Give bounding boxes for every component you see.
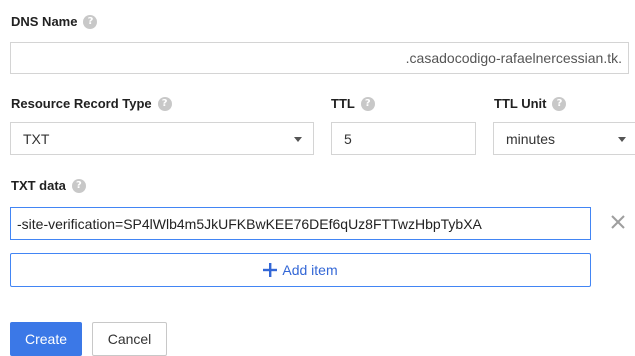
help-icon[interactable]: ? [157,96,172,111]
help-icon[interactable]: ? [552,96,567,111]
help-icon[interactable]: ? [83,14,98,29]
cancel-button[interactable]: Cancel [92,322,167,356]
close-icon[interactable] [609,213,627,231]
dns-name-input[interactable]: .casadocodigo-rafaelnercessian.tk. [10,42,629,74]
txt-data-label-text: TXT data [11,178,66,193]
dns-name-label-text: DNS Name [11,14,78,29]
add-item-button[interactable]: Add item [10,253,591,287]
plus-icon [263,263,278,277]
resource-record-type-label: Resource Record Type ? [11,96,172,111]
cancel-button-label: Cancel [107,331,152,347]
dns-name-label: DNS Name ? [11,14,98,29]
ttl-unit-select[interactable]: minutes [493,122,635,155]
txt-data-input[interactable]: -site-verification=SP4lWlb4m5JkUFKBwKEE7… [10,207,591,240]
create-button-label: Create [24,331,68,347]
ttl-value: 5 [344,130,352,147]
chevron-down-icon [294,136,302,142]
ttl-label-text: TTL [331,96,355,111]
resource-record-type-label-text: Resource Record Type [11,96,152,111]
resource-record-type-value: TXT [23,130,50,147]
dns-name-suffix: .casadocodigo-rafaelnercessian.tk. [405,50,622,66]
txt-data-label: TXT data ? [11,178,86,193]
ttl-unit-label-text: TTL Unit [494,96,547,111]
help-icon[interactable]: ? [360,96,375,111]
resource-record-type-select[interactable]: TXT [10,122,314,155]
help-icon[interactable]: ? [71,178,86,193]
ttl-unit-label: TTL Unit ? [494,96,567,111]
ttl-unit-value: minutes [506,130,556,147]
ttl-input[interactable]: 5 [331,122,476,155]
create-button[interactable]: Create [10,322,82,356]
txt-data-value: -site-verification=SP4lWlb4m5JkUFKBwKEE7… [17,215,482,232]
ttl-label: TTL ? [331,96,375,111]
chevron-down-icon [618,136,626,142]
add-item-label: Add item [282,262,338,278]
